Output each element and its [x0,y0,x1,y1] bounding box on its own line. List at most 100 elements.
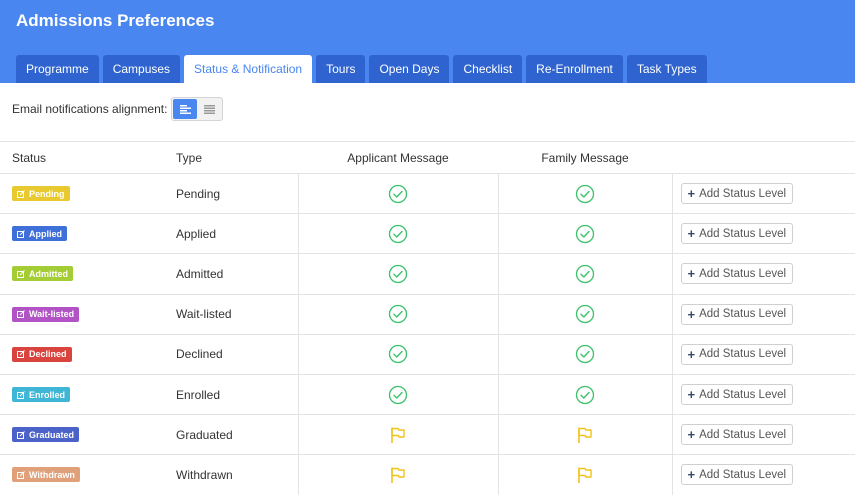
add-status-level-label: Add Status Level [699,308,787,321]
add-status-level-label: Add Status Level [699,428,787,441]
applicant-message-cell[interactable] [298,414,499,456]
flag-icon [578,467,592,483]
table-row: Declined Declined + Add Status Level [0,334,855,375]
header-type: Type [164,141,298,174]
flag-icon [391,467,405,483]
status-badge[interactable]: Withdrawn [12,467,80,483]
family-message-cell[interactable] [498,294,673,335]
status-badge-label: Wait-listed [29,309,75,320]
table-row: Wait-listed Wait-listed + Add Status Level [0,294,855,335]
family-message-cell[interactable] [498,253,673,295]
align-left-icon [179,104,191,114]
plus-icon: + [687,346,696,362]
add-status-level-button[interactable]: + Add Status Level [680,183,794,205]
check-circle-icon [575,224,595,243]
tab-task-types[interactable]: Task Types [626,55,707,83]
plus-icon: + [687,427,696,443]
check-circle-icon [388,224,408,243]
plus-icon: + [687,306,696,322]
header-status: Status [0,141,164,174]
check-circle-icon [388,184,408,203]
family-message-cell[interactable] [498,454,673,495]
align-justify-button[interactable] [197,99,221,119]
edit-icon [17,471,25,479]
check-circle-icon [575,184,595,203]
check-circle-icon [388,345,408,364]
status-badge[interactable]: Applied [12,226,67,242]
add-status-level-button[interactable]: + Add Status Level [680,424,794,446]
applicant-message-cell[interactable] [298,454,499,495]
table-row: Admitted Admitted + Add Status Level [0,253,855,295]
status-badge-label: Pending [29,188,65,199]
check-circle-icon [388,305,408,324]
status-badge[interactable]: Enrolled [12,387,71,403]
status-badge-label: Applied [29,228,62,239]
header-applicant-message: Applicant Message [298,141,498,174]
check-circle-icon [388,264,408,284]
status-cell: Withdrawn [0,454,164,495]
applicant-message-cell[interactable] [298,213,499,255]
check-circle-icon [575,345,595,364]
add-status-level-button[interactable]: + Add Status Level [680,384,794,406]
alignment-control-row: Email notifications alignment: [12,97,224,121]
alignment-toggle [171,97,224,121]
tab-checklist[interactable]: Checklist [453,55,523,83]
status-badge[interactable]: Pending [12,186,70,202]
status-cell: Applied [0,213,164,255]
edit-icon [17,390,25,399]
table-row: Enrolled Enrolled + Add Status Level [0,374,855,416]
family-message-cell[interactable] [498,173,673,215]
status-cell: Declined [0,334,164,375]
add-status-level-button[interactable]: + Add Status Level [680,343,794,365]
status-badge[interactable]: Declined [12,346,72,362]
add-status-level-button[interactable]: + Add Status Level [680,223,794,245]
plus-icon: + [687,387,696,403]
check-circle-icon [575,264,595,284]
applicant-message-cell[interactable] [298,374,499,416]
edit-icon [17,350,25,359]
family-message-cell[interactable] [498,334,673,375]
tab-campuses[interactable]: Campuses [102,55,181,83]
edit-icon [17,229,25,238]
family-message-cell[interactable] [498,374,673,416]
edit-icon [17,430,25,439]
check-circle-icon [388,385,408,404]
tab-bar: Programme Campuses Status & Notification… [16,55,711,83]
status-table: Status Type Applicant Message Family Mes… [0,141,855,495]
status-badge[interactable]: Admitted [12,266,73,282]
applicant-message-cell[interactable] [298,334,499,375]
align-left-button[interactable] [173,99,198,119]
tab-programme[interactable]: Programme [16,55,99,83]
table-row: Applied Applied + Add Status Level [0,213,855,255]
status-badge[interactable]: Wait-listed [12,306,80,322]
status-cell: Admitted [0,253,164,295]
add-status-level-label: Add Status Level [699,227,787,240]
status-cell: Graduated [0,414,164,456]
add-status-level-button[interactable]: + Add Status Level [680,263,794,285]
status-badge-label: Withdrawn [29,469,75,480]
tab-re-enrollment[interactable]: Re-Enrollment [526,55,623,83]
type-cell: Withdrawn [164,454,299,495]
type-cell: Graduated [164,414,299,456]
applicant-message-cell[interactable] [298,294,499,335]
table-row: Graduated Graduated + Add Status Level [0,414,855,456]
actions-cell: + Add Status Level [672,173,855,215]
family-message-cell[interactable] [498,414,673,456]
type-cell: Pending [164,173,299,215]
status-badge[interactable]: Graduated [12,427,80,443]
tab-tours[interactable]: Tours [316,55,366,83]
tab-open-days[interactable]: Open Days [369,55,450,83]
add-status-level-button[interactable]: + Add Status Level [680,303,794,325]
tab-status-notification[interactable]: Status & Notification [184,55,313,83]
alignment-label: Email notifications alignment: [12,102,168,116]
status-badge-label: Admitted [29,268,68,279]
plus-icon: + [687,186,696,202]
add-status-level-button[interactable]: + Add Status Level [680,464,794,486]
applicant-message-cell[interactable] [298,253,499,295]
plus-icon: + [687,467,696,483]
table-row: Pending Pending + Add Status Level [0,173,855,215]
table-row: Withdrawn Withdrawn + Add Status Level [0,454,855,495]
family-message-cell[interactable] [498,213,673,255]
applicant-message-cell[interactable] [298,173,499,215]
add-status-level-label: Add Status Level [699,468,787,481]
